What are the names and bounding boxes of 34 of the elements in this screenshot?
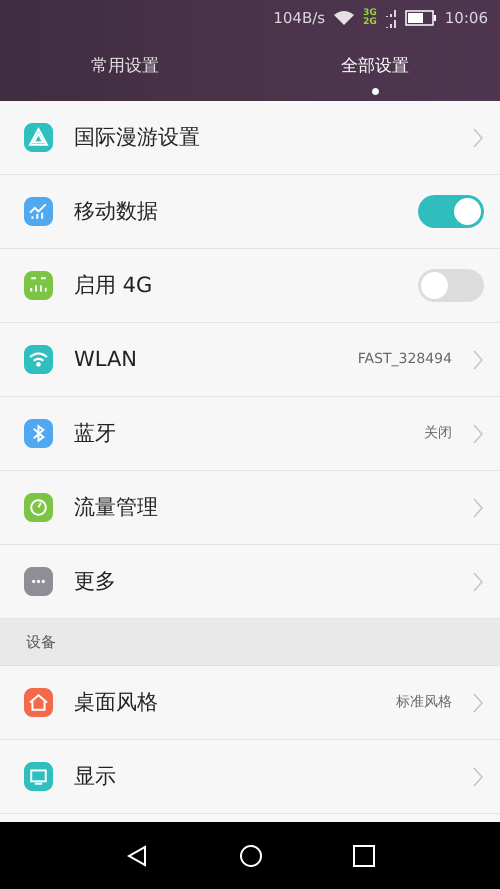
home-icon[interactable] (239, 844, 263, 868)
setting-value: 关闭 (424, 424, 452, 443)
setting-label: 移动数据 (74, 198, 158, 225)
setting-label: 国际漫游设置 (74, 124, 200, 151)
setting-value: 标准风格 (396, 693, 452, 712)
battery-icon (404, 10, 437, 26)
recents-icon[interactable] (353, 844, 375, 866)
setting-label: 启用 4G (74, 272, 152, 299)
signal-icon (384, 7, 397, 29)
network-speed: 104B/s (273, 8, 326, 29)
setting-label: WLAN (74, 346, 138, 373)
chevron-right-icon (472, 348, 484, 370)
clock: 10:06 (444, 8, 488, 29)
setting-label: 流量管理 (74, 494, 158, 521)
network-type: 3G (363, 9, 377, 18)
setting-label: 蓝牙 (74, 420, 116, 447)
toggle-switch[interactable] (418, 269, 484, 302)
toggle-switch[interactable] (418, 195, 484, 228)
chevron-right-icon (472, 496, 484, 518)
chevron-right-icon (472, 692, 484, 714)
tab[interactable]: 全部设置 (250, 36, 500, 101)
section-header: 设备 (0, 619, 500, 666)
setting-value: FAST_328494 (358, 350, 452, 369)
chevron-right-icon (472, 570, 484, 592)
setting-label: 桌面风格 (74, 688, 158, 716)
chevron-right-icon (472, 422, 484, 444)
chevron-right-icon (472, 766, 484, 788)
tab[interactable]: 常用设置 (0, 36, 250, 101)
chevron-right-icon (472, 126, 484, 148)
network-type: 2G (363, 18, 377, 27)
wifi-icon (333, 10, 356, 26)
setting-label: 显示 (74, 762, 116, 790)
back-icon[interactable] (125, 844, 149, 868)
setting-label: 更多 (74, 568, 116, 595)
